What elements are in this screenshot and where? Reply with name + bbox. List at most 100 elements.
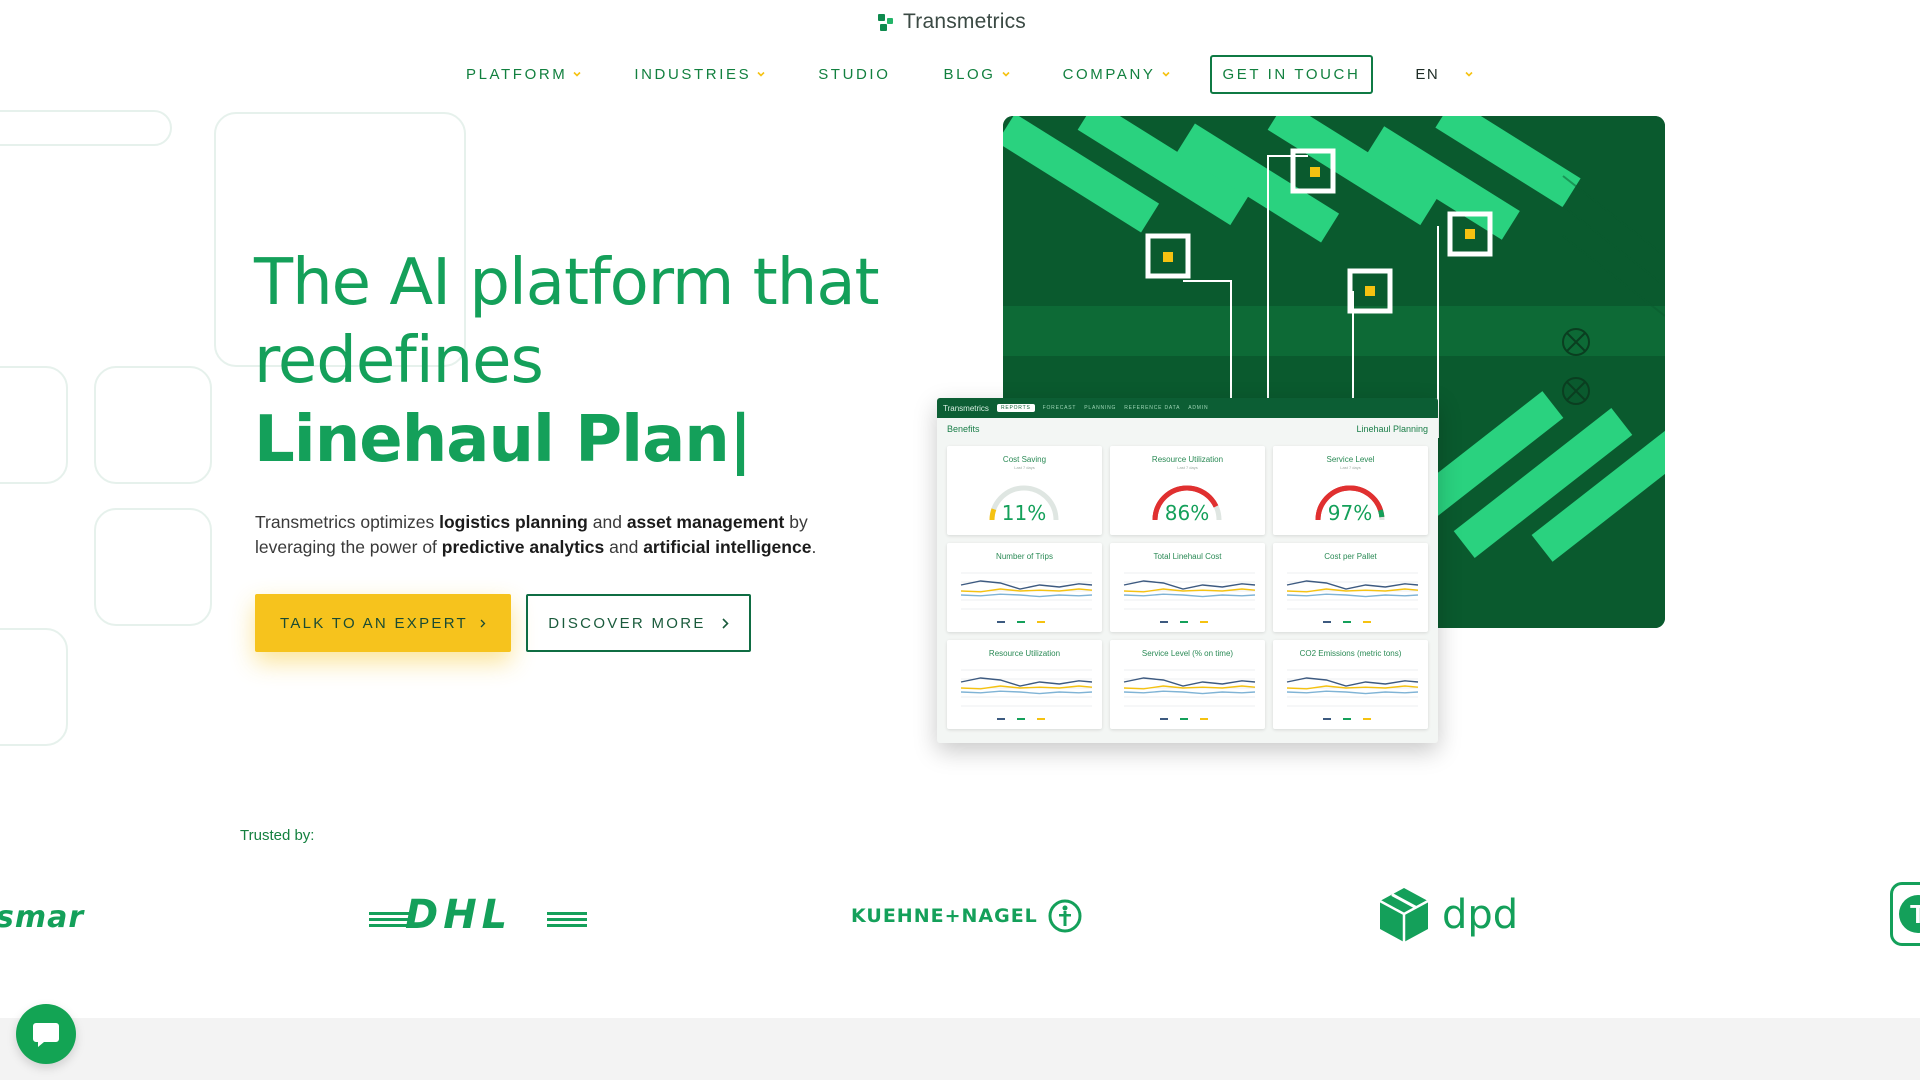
chat-widget-button[interactable] [16, 1004, 76, 1064]
chevron-down-icon [1465, 71, 1473, 77]
legend-swatch [1363, 718, 1371, 720]
lede-emphasis: logistics planning [439, 512, 588, 532]
dashboard-subheader: Benefits Linehaul Planning [937, 418, 1438, 440]
gauge-card: Resource Utilization Last 7 days 86% [1110, 446, 1265, 535]
gauge-fill-segment [1378, 509, 1385, 518]
legend-swatch [1200, 718, 1208, 720]
client-logo-partial: T [1890, 882, 1920, 946]
nav-item-blog[interactable]: BLOG [943, 65, 1010, 83]
client-logo-dpd: dpd [1378, 886, 1518, 944]
mini-line-chart [1286, 669, 1419, 720]
chart-series-line [960, 690, 1093, 695]
anchor-icon [1048, 899, 1082, 933]
legend-swatch [1160, 621, 1168, 623]
gauge-card: Service Level Last 7 days 97% [1273, 446, 1428, 535]
gauge-chart: 86% [1152, 485, 1222, 525]
legend-swatch [1363, 621, 1371, 623]
lede-emphasis: predictive analytics [441, 537, 605, 557]
gauge-value: 11% [1002, 501, 1046, 525]
dpd-cube-icon [1379, 888, 1429, 942]
get-in-touch-button[interactable]: GET IN TOUCH [1209, 54, 1374, 94]
client-logo-kuehne-nagel: KUEHNE+NAGEL [851, 899, 1082, 933]
chart-series-line [1123, 593, 1256, 598]
mini-line-chart [960, 669, 1093, 720]
legend-swatch [1343, 621, 1351, 623]
dashboard-tab: FORECAST [1042, 405, 1077, 411]
nav-item-industries[interactable]: INDUSTRIES [634, 66, 765, 83]
chevron-down-icon [1002, 71, 1010, 77]
chart-series-line [1123, 690, 1256, 695]
language-selector[interactable]: EN [1415, 66, 1473, 83]
logo-text: KUEHNE+NAGEL [851, 905, 1038, 927]
language-label: EN [1415, 65, 1440, 83]
chart-series-line [1286, 690, 1419, 695]
headline-line-1: The AI platform that [254, 246, 880, 320]
next-section-background [0, 1018, 1920, 1080]
card-title: Cost per Pallet [1324, 552, 1377, 561]
card-title: Number of Trips [996, 552, 1053, 561]
headline-line-2: redefines [254, 324, 544, 398]
brand-logo[interactable]: Transmetrics [878, 8, 1026, 36]
discover-more-button[interactable]: DISCOVER MORE [526, 594, 751, 652]
dashboard-tab: REPORTS [996, 404, 1035, 412]
gauge-value: 97% [1328, 501, 1372, 525]
mini-line-chart [960, 572, 1093, 623]
logo-text: smar [0, 900, 85, 935]
dashboard-tab: ADMIN [1188, 405, 1209, 411]
line-chart-card: Service Level (% on time) [1110, 640, 1265, 729]
gauge-chart: 11% [989, 485, 1059, 525]
decor-shape [0, 110, 172, 146]
card-title: Total Linehaul Cost [1153, 552, 1222, 561]
chevron-right-icon [722, 617, 729, 629]
line-chart-card: Total Linehaul Cost [1110, 543, 1265, 632]
lede-emphasis: asset management [626, 512, 785, 532]
card-title: Service Level (% on time) [1141, 649, 1234, 658]
card-title: CO2 Emissions (metric tons) [1299, 649, 1402, 658]
gauge-value: 86% [1165, 501, 1209, 525]
transmetrics-logo-icon [878, 13, 895, 31]
mini-line-chart [1286, 572, 1419, 623]
legend-swatch [1017, 621, 1025, 623]
legend-swatch [1037, 718, 1045, 720]
nav-label: STUDIO [818, 65, 891, 83]
legend-swatch [1160, 718, 1168, 720]
dashboard-tab: REFERENCE DATA [1124, 405, 1181, 411]
lede-text: and [604, 537, 644, 557]
gauge-chart: 97% [1315, 485, 1385, 525]
talk-to-expert-button[interactable]: TALK TO AN EXPERT [255, 594, 511, 652]
legend-swatch [1323, 621, 1331, 623]
dashboard-cards: Cost Saving Last 7 days 11% Resource Uti… [947, 446, 1428, 729]
hero-headline: The AI platform that redefines Linehaul … [254, 244, 974, 480]
dashboard-tab: PLANNING [1084, 405, 1117, 411]
page: Transmetrics PLATFORM INDUSTRIES STUDIO … [0, 0, 1920, 1080]
lede-emphasis: artificial intelligence [643, 537, 812, 557]
line-chart-card: Cost per Pallet [1273, 543, 1428, 632]
headline-highlight: Linehaul Plan| [254, 403, 752, 477]
chevron-down-icon [757, 71, 765, 77]
lede-text: Transmetrics optimizes [255, 512, 440, 532]
lede-text: . [811, 537, 817, 557]
chat-bubble-icon [33, 1023, 59, 1047]
nav-item-platform[interactable]: PLATFORM [466, 66, 581, 83]
nav-item-studio[interactable]: STUDIO [818, 66, 890, 83]
logo-text: DHL [405, 892, 513, 938]
dashboard-app-name: Transmetrics [943, 403, 989, 413]
client-logo-dhl: DHL [369, 892, 587, 938]
legend-swatch [1037, 621, 1045, 623]
gauge-card: Cost Saving Last 7 days 11% [947, 446, 1102, 535]
main-nav: PLATFORM INDUSTRIES STUDIO BLOG COMPANY … [466, 54, 1473, 94]
line-chart-card: Resource Utilization [947, 640, 1102, 729]
legend-swatch [1200, 621, 1208, 623]
logo-text: T [1899, 895, 1920, 933]
mini-line-chart [1123, 669, 1256, 720]
mini-line-chart [1123, 572, 1256, 623]
brand-name: Transmetrics [903, 10, 1026, 33]
card-title: Resource Utilization [1151, 455, 1224, 464]
trusted-by-label: Trusted by: [240, 827, 315, 844]
nav-label: COMPANY [1062, 65, 1156, 83]
legend-swatch [1180, 718, 1188, 720]
button-label: TALK TO AN EXPERT [279, 614, 469, 632]
nav-item-company[interactable]: COMPANY [1063, 66, 1170, 83]
nav-label: BLOG [943, 65, 996, 83]
logo-text: dpd [1442, 892, 1519, 938]
